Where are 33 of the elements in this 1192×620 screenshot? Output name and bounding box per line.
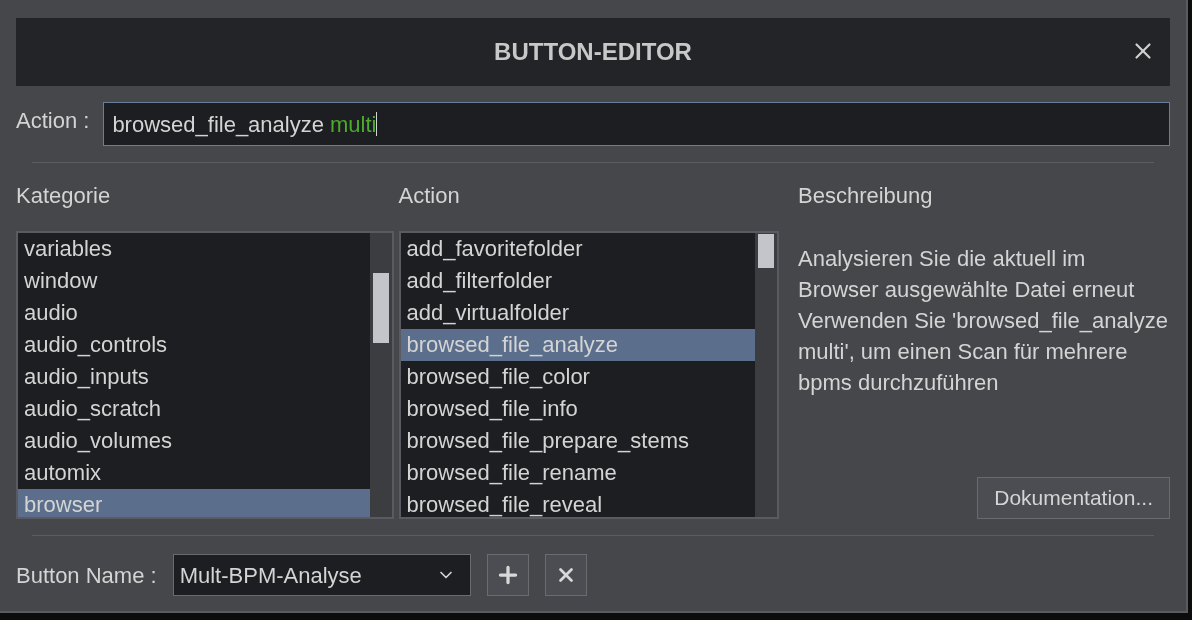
list-item[interactable]: browsed_file_info: [400, 393, 755, 425]
description-text: Analysieren Sie die aktuell im Browser ausgewählte Datei erneut: [798, 245, 1136, 304]
list-item[interactable]: window: [18, 265, 370, 297]
list-item[interactable]: browsed_file_prepare_stems: [400, 425, 755, 457]
list-item[interactable]: add_favoritefolder: [400, 233, 755, 265]
list-item[interactable]: browsed_file_color: [400, 361, 755, 393]
list-item[interactable]: audio_inputs: [18, 361, 370, 393]
list-item[interactable]: browsed_file_reveal: [400, 489, 755, 517]
list-item[interactable]: add_filterfolder: [400, 265, 755, 297]
command-text: browsed_file_analyze: [112, 110, 324, 139]
scrollbar-thumb[interactable]: [757, 234, 774, 268]
list-item[interactable]: variables: [18, 233, 370, 265]
scrollbar-thumb[interactable]: [373, 273, 389, 343]
description-text: Verwenden Sie 'browsed_file_analyze multi', um einen Scan für mehrere bpms durchzuführen: [798, 307, 1169, 397]
dialog-title: BUTTON-EDITOR: [494, 37, 692, 67]
documentation-button[interactable]: Dokumentation...: [977, 477, 1170, 519]
action-label: Action :: [16, 107, 90, 135]
list-item[interactable]: audio_scratch: [18, 393, 370, 425]
add-button[interactable]: [486, 554, 529, 596]
description-heading: Beschreibung: [798, 183, 934, 209]
list-item[interactable]: add_virtualfolder: [400, 297, 755, 329]
list-item[interactable]: audio: [18, 297, 370, 329]
button-name-dropdown[interactable]: Mult-BPM-Analyse: [172, 554, 471, 596]
action-input-field[interactable]: browsed_file_analyze multi: [103, 102, 1170, 146]
argument-text: multi: [329, 110, 377, 139]
list-item[interactable]: browsed_file_rename: [400, 457, 755, 489]
category-heading: Kategorie: [16, 183, 112, 209]
action-heading: Action: [398, 183, 461, 209]
delete-button[interactable]: [544, 554, 587, 596]
button-name-label: Button Name :: [16, 561, 157, 590]
list-item[interactable]: automix: [18, 457, 370, 489]
list-item[interactable]: audio_controls: [18, 329, 370, 361]
list-item[interactable]: audio_volumes: [18, 425, 370, 457]
